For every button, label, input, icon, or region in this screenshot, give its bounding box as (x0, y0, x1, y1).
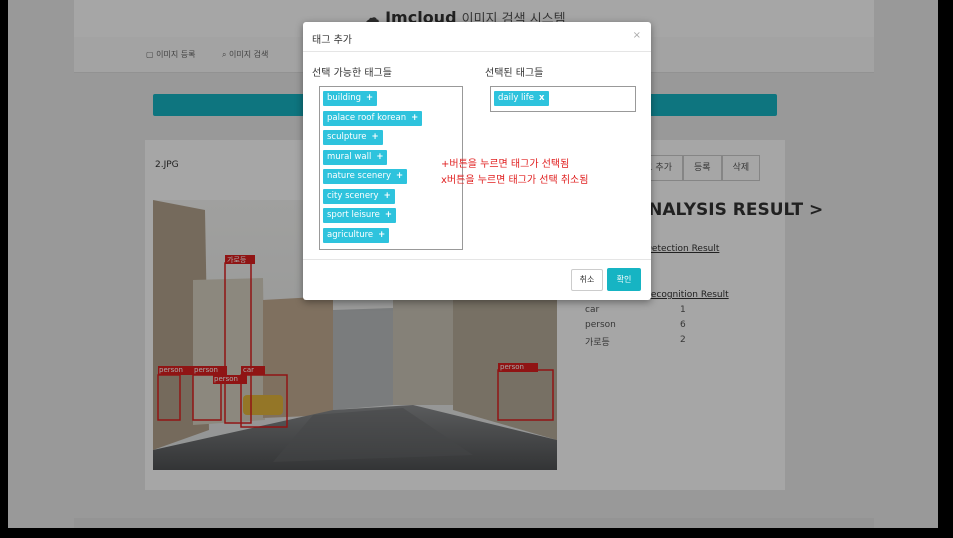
available-tag[interactable]: sport leisure + (323, 208, 396, 223)
confirm-button[interactable]: 확인 (607, 268, 641, 291)
available-tag[interactable]: agriculture + (323, 228, 390, 243)
add-tag-icon[interactable]: + (378, 230, 385, 240)
annotation-remove: x버튼을 누르면 태그가 선택 취소됨 (441, 175, 589, 186)
add-tag-icon[interactable]: + (372, 132, 379, 142)
tag-label: agriculture (327, 230, 374, 240)
add-tag-icon[interactable]: + (411, 113, 418, 123)
tag-label: palace roof korean (327, 113, 407, 123)
remove-tag-icon[interactable]: x (539, 93, 544, 103)
add-tag-icon[interactable]: + (396, 171, 403, 181)
available-tag[interactable]: palace roof korean + (323, 111, 423, 126)
tag-label: sculpture (327, 132, 367, 142)
modal-title: 태그 추가 (312, 35, 352, 46)
screen: ☁ Imcloud 이미지 검색 시스템 ▢ 이미지 등록 ⌕ 이미지 검색 2… (0, 0, 953, 538)
available-tag[interactable]: sculpture + (323, 130, 383, 145)
close-icon[interactable]: × (633, 30, 641, 41)
available-tags-label: 선택 가능한 태그들 (312, 68, 392, 79)
tag-label: sport leisure (327, 210, 380, 220)
available-tag[interactable]: city scenery + (323, 189, 395, 204)
tag-label: daily life (498, 93, 535, 103)
add-tag-icon[interactable]: + (384, 191, 391, 201)
annotation-add: +버튼을 누르면 태그가 선택됨 (441, 159, 570, 170)
add-tag-icon[interactable]: + (366, 93, 373, 103)
cancel-button[interactable]: 취소 (571, 269, 603, 291)
add-tag-icon[interactable]: + (385, 210, 392, 220)
modal-footer: 취소 확인 (303, 259, 651, 300)
tag-label: city scenery (327, 191, 379, 201)
available-tag[interactable]: mural wall + (323, 150, 388, 165)
selected-tags-list: daily life x (490, 86, 636, 112)
tag-label: building (327, 93, 362, 103)
modal-header: 태그 추가 × (303, 22, 651, 52)
selected-tag[interactable]: daily life x (494, 91, 549, 106)
available-tag[interactable]: building + (323, 91, 378, 106)
selected-tags-label: 선택된 태그들 (485, 68, 544, 79)
available-tag[interactable]: nature scenery + (323, 169, 408, 184)
tag-label: nature scenery (327, 171, 392, 181)
add-tag-icon[interactable]: + (376, 152, 383, 162)
tag-label: mural wall (327, 152, 372, 162)
